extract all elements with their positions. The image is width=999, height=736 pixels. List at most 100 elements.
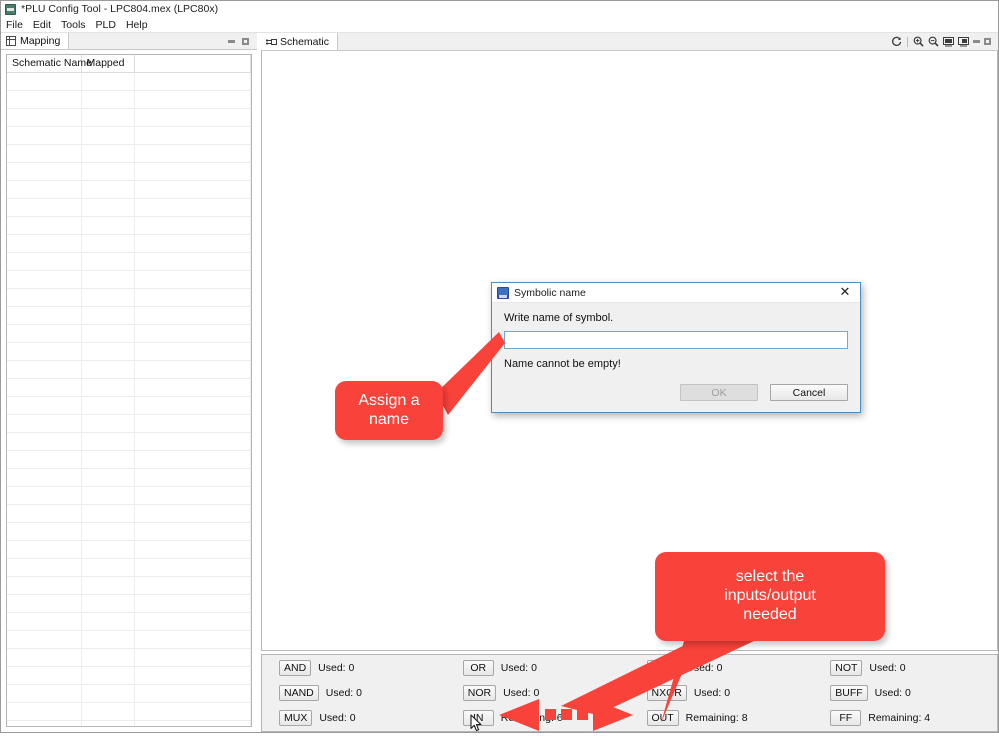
minimize-icon[interactable] <box>227 37 236 46</box>
table-row[interactable] <box>7 576 251 595</box>
table-row[interactable] <box>7 432 251 451</box>
table-row[interactable] <box>7 324 251 343</box>
app-icon <box>5 3 16 15</box>
toolbar-separator <box>907 36 908 47</box>
dialog-titlebar: Symbolic name ✕ <box>492 283 860 303</box>
gate-stat-nxor: Used: 0 <box>693 687 731 699</box>
palette-item-nxor: NXOR Used: 0 <box>646 685 814 701</box>
table-row[interactable] <box>7 468 251 487</box>
table-row[interactable] <box>7 198 251 217</box>
minimize-icon[interactable] <box>972 37 981 46</box>
palette-item-mux: MUX Used: 0 <box>279 710 446 726</box>
refresh-icon[interactable] <box>890 35 903 48</box>
palette-column-3: XOR Used: 0 NXOR Used: 0 OUT Remaining: … <box>630 660 814 726</box>
table-row[interactable] <box>7 648 251 667</box>
tab-mapping-label: Mapping <box>20 35 61 47</box>
symbol-name-input[interactable] <box>504 331 848 349</box>
table-row[interactable] <box>7 72 251 91</box>
table-row[interactable] <box>7 252 251 271</box>
ok-button[interactable]: OK <box>680 384 758 401</box>
table-row[interactable] <box>7 342 251 361</box>
table-row[interactable] <box>7 234 251 253</box>
palette-item-nor: NOR Used: 0 <box>462 685 630 701</box>
gate-button-and[interactable]: AND <box>279 660 312 676</box>
table-row[interactable] <box>7 216 251 235</box>
tab-mapping[interactable]: Mapping <box>1 33 70 49</box>
mapping-table: Schematic Name Mapped <box>7 55 251 726</box>
gate-stat-in: Remaining: 6 <box>500 712 563 724</box>
table-row[interactable] <box>7 720 251 726</box>
cancel-button[interactable]: Cancel <box>770 384 848 401</box>
table-row[interactable] <box>7 378 251 397</box>
gate-stat-out: Remaining: 8 <box>685 712 748 724</box>
table-row[interactable] <box>7 666 251 685</box>
gate-button-out[interactable]: OUT <box>646 710 679 726</box>
menu-pld[interactable]: PLD <box>96 19 122 31</box>
menu-edit[interactable]: Edit <box>33 19 57 31</box>
table-row[interactable] <box>7 126 251 145</box>
table-row[interactable] <box>7 684 251 703</box>
table-row[interactable] <box>7 540 251 559</box>
fit-width-icon[interactable] <box>942 35 955 48</box>
dialog-body: Write name of symbol. Name cannot be emp… <box>492 303 860 370</box>
palette-item-xor: XOR Used: 0 <box>646 660 814 676</box>
table-row[interactable] <box>7 486 251 505</box>
fit-page-icon[interactable] <box>957 35 970 48</box>
table-row[interactable] <box>7 180 251 199</box>
table-row[interactable] <box>7 702 251 721</box>
window-title: *PLU Config Tool - LPC804.mex (LPC80x) <box>21 3 219 15</box>
zoom-out-icon[interactable] <box>927 35 940 48</box>
table-row[interactable] <box>7 108 251 127</box>
gate-palette: AND Used: 0 NAND Used: 0 MUX Used: 0 OR <box>261 654 998 732</box>
palette-item-buff: BUFF Used: 0 <box>830 685 997 701</box>
mouse-pointer <box>470 714 483 733</box>
table-row[interactable] <box>7 504 251 523</box>
gate-button-xor[interactable]: XOR <box>646 660 680 676</box>
table-row[interactable] <box>7 522 251 541</box>
gate-button-mux[interactable]: MUX <box>279 710 313 726</box>
maximize-icon[interactable] <box>241 37 250 46</box>
table-row[interactable] <box>7 558 251 577</box>
gate-stat-not: Used: 0 <box>869 662 906 674</box>
gate-stat-or: Used: 0 <box>500 662 537 674</box>
column-header-schematic-name[interactable]: Schematic Name <box>7 55 92 73</box>
gate-button-nor[interactable]: NOR <box>462 685 497 701</box>
menu-tools[interactable]: Tools <box>61 19 92 31</box>
gate-button-nxor[interactable]: NXOR <box>646 685 687 701</box>
table-row[interactable] <box>7 144 251 163</box>
menu-file[interactable]: File <box>6 19 29 31</box>
column-header-mapped[interactable]: Mapped <box>81 55 135 73</box>
mapping-table-container[interactable]: Schematic Name Mapped <box>6 54 252 727</box>
table-row[interactable] <box>7 306 251 325</box>
gate-button-buff[interactable]: BUFF <box>830 685 868 701</box>
gate-button-ff[interactable]: FF <box>830 710 862 726</box>
table-row[interactable] <box>7 270 251 289</box>
close-icon[interactable]: ✕ <box>832 284 858 301</box>
mapping-header-filler <box>69 33 227 49</box>
gate-button-or[interactable]: OR <box>462 660 494 676</box>
window-titlebar: *PLU Config Tool - LPC804.mex (LPC80x) <box>1 1 998 17</box>
table-row[interactable] <box>7 288 251 307</box>
gate-button-nand[interactable]: NAND <box>279 685 319 701</box>
palette-item-or: OR Used: 0 <box>462 660 630 676</box>
table-row[interactable] <box>7 360 251 379</box>
gate-button-not[interactable]: NOT <box>830 660 863 676</box>
tab-schematic[interactable]: Schematic <box>261 33 339 50</box>
maximize-icon[interactable] <box>983 37 992 46</box>
symbolic-name-dialog: Symbolic name ✕ Write name of symbol. Na… <box>491 282 861 413</box>
dialog-icon <box>497 286 509 299</box>
palette-item-not: NOT Used: 0 <box>830 660 997 676</box>
table-row[interactable] <box>7 450 251 469</box>
table-row[interactable] <box>7 162 251 181</box>
table-row[interactable] <box>7 630 251 649</box>
menu-help[interactable]: Help <box>126 19 154 31</box>
table-row[interactable] <box>7 612 251 631</box>
zoom-in-icon[interactable] <box>912 35 925 48</box>
table-row[interactable] <box>7 414 251 433</box>
table-row[interactable] <box>7 396 251 415</box>
mapping-panel-header: Mapping <box>1 33 257 50</box>
column-header-blank[interactable] <box>134 55 251 73</box>
table-row[interactable] <box>7 90 251 109</box>
table-row[interactable] <box>7 594 251 613</box>
palette-column-4: NOT Used: 0 BUFF Used: 0 FF Remaining: 4 <box>813 660 997 726</box>
